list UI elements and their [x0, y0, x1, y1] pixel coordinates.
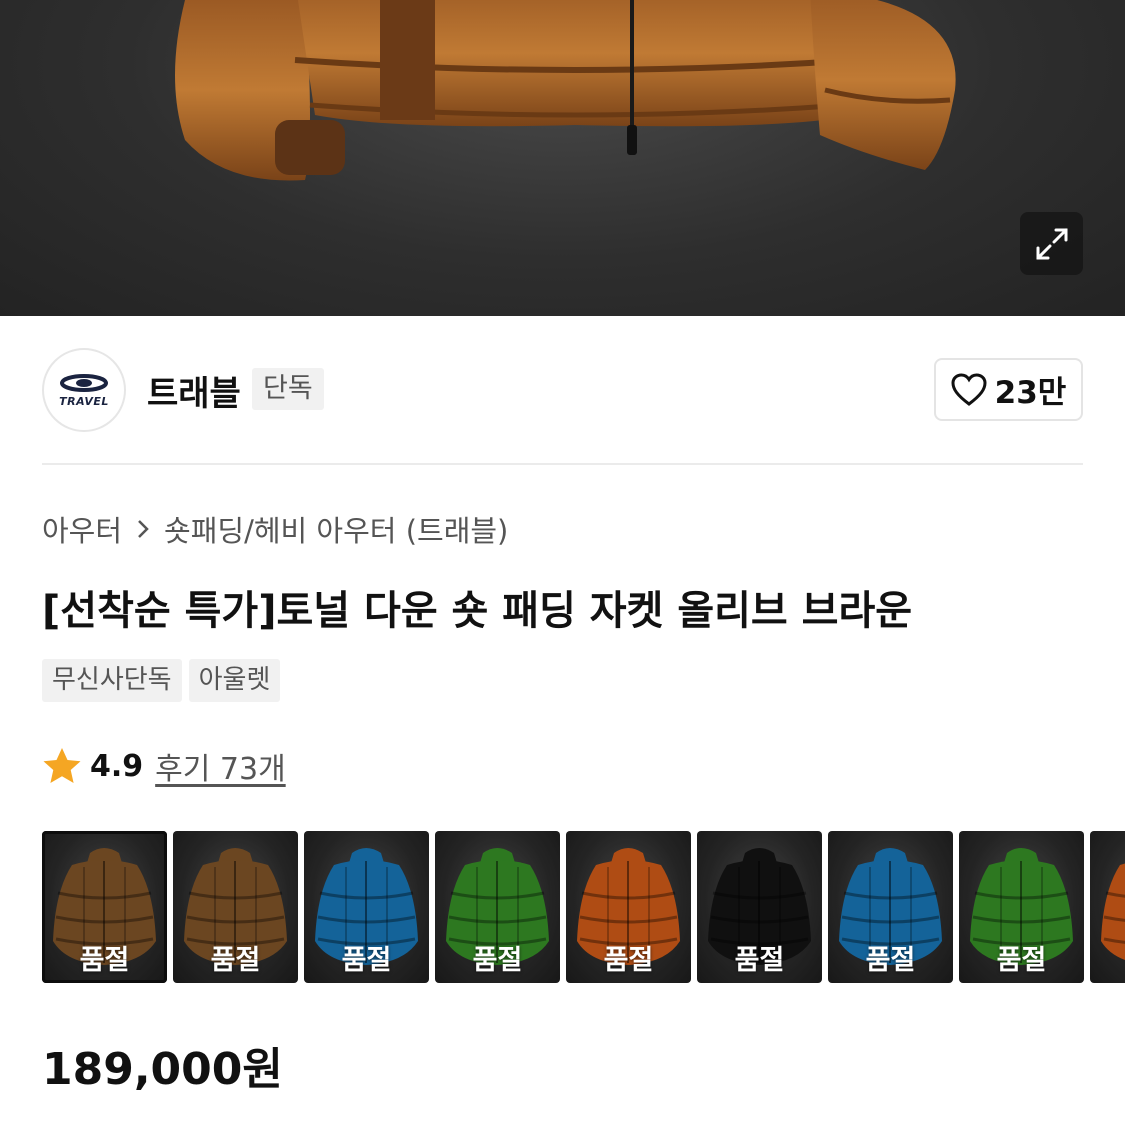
sold-out-label: 품절: [734, 945, 785, 976]
color-swatch[interactable]: 품절: [173, 831, 298, 983]
sold-out-label: 품절: [210, 945, 261, 976]
heart-icon: [951, 372, 987, 406]
like-count: 23만: [994, 375, 1067, 411]
breadcrumb-item-outer[interactable]: 아우터: [42, 508, 122, 550]
color-swatch[interactable]: 품절: [828, 831, 953, 983]
travel-logo-icon: [60, 373, 108, 392]
product-price: 189,000원: [42, 1044, 283, 1095]
color-swatch[interactable]: 품절: [435, 831, 560, 983]
sold-out-label: 품절: [603, 945, 654, 976]
swatch-overlay: [1090, 831, 1125, 983]
color-swatch[interactable]: [1090, 831, 1125, 983]
brand-like-button[interactable]: 23만: [934, 358, 1083, 421]
sold-out-label: 품절: [996, 945, 1047, 976]
sold-out-label: 품절: [341, 945, 392, 976]
color-swatch[interactable]: 품절: [304, 831, 429, 983]
brand-row: TRAVEL 트래블 단독 23만: [42, 348, 1083, 432]
color-swatch[interactable]: 품절: [697, 831, 822, 983]
brand-name[interactable]: 트래블: [147, 366, 241, 415]
sold-out-label: 품절: [472, 945, 523, 976]
jacket-image: [175, 0, 956, 181]
tag-outlet: 아울렛: [188, 659, 281, 702]
product-rating: 4.9 후기 73개: [42, 744, 286, 788]
product-hero-image[interactable]: [0, 0, 1125, 316]
sold-out-label: 품절: [865, 945, 916, 976]
tag-musinsa-exclusive: 무신사단독: [42, 659, 182, 702]
brand-logo-text: TRAVEL: [59, 394, 109, 408]
product-tags: 무신사단독 아울렛: [42, 659, 281, 702]
review-count-link[interactable]: 후기 73개: [155, 744, 286, 788]
chevron-right-icon: [138, 520, 149, 538]
color-swatch[interactable]: 품절: [959, 831, 1084, 983]
rating-score: 4.9: [90, 748, 144, 784]
color-swatch[interactable]: 품절: [42, 831, 167, 983]
exclusive-badge: 단독: [252, 368, 324, 410]
color-swatch-list: 품절 품절 품절 품절 품절 품절 품절 품절: [42, 831, 1125, 984]
divider: [42, 463, 1083, 465]
breadcrumb-item-category[interactable]: 숏패딩/헤비 아우터 (트래블): [164, 508, 508, 550]
product-title: [선착순 특가]토널 다운 숏 패딩 자켓 올리브 브라운: [42, 588, 913, 634]
color-swatch[interactable]: 품절: [566, 831, 691, 983]
expand-image-button[interactable]: [1020, 212, 1083, 275]
brand-logo[interactable]: TRAVEL: [42, 348, 126, 432]
star-icon: [43, 748, 81, 783]
breadcrumb: 아우터 숏패딩/헤비 아우터 (트래블): [42, 508, 508, 550]
sold-out-label: 품절: [79, 945, 130, 976]
expand-icon: [1036, 228, 1067, 259]
